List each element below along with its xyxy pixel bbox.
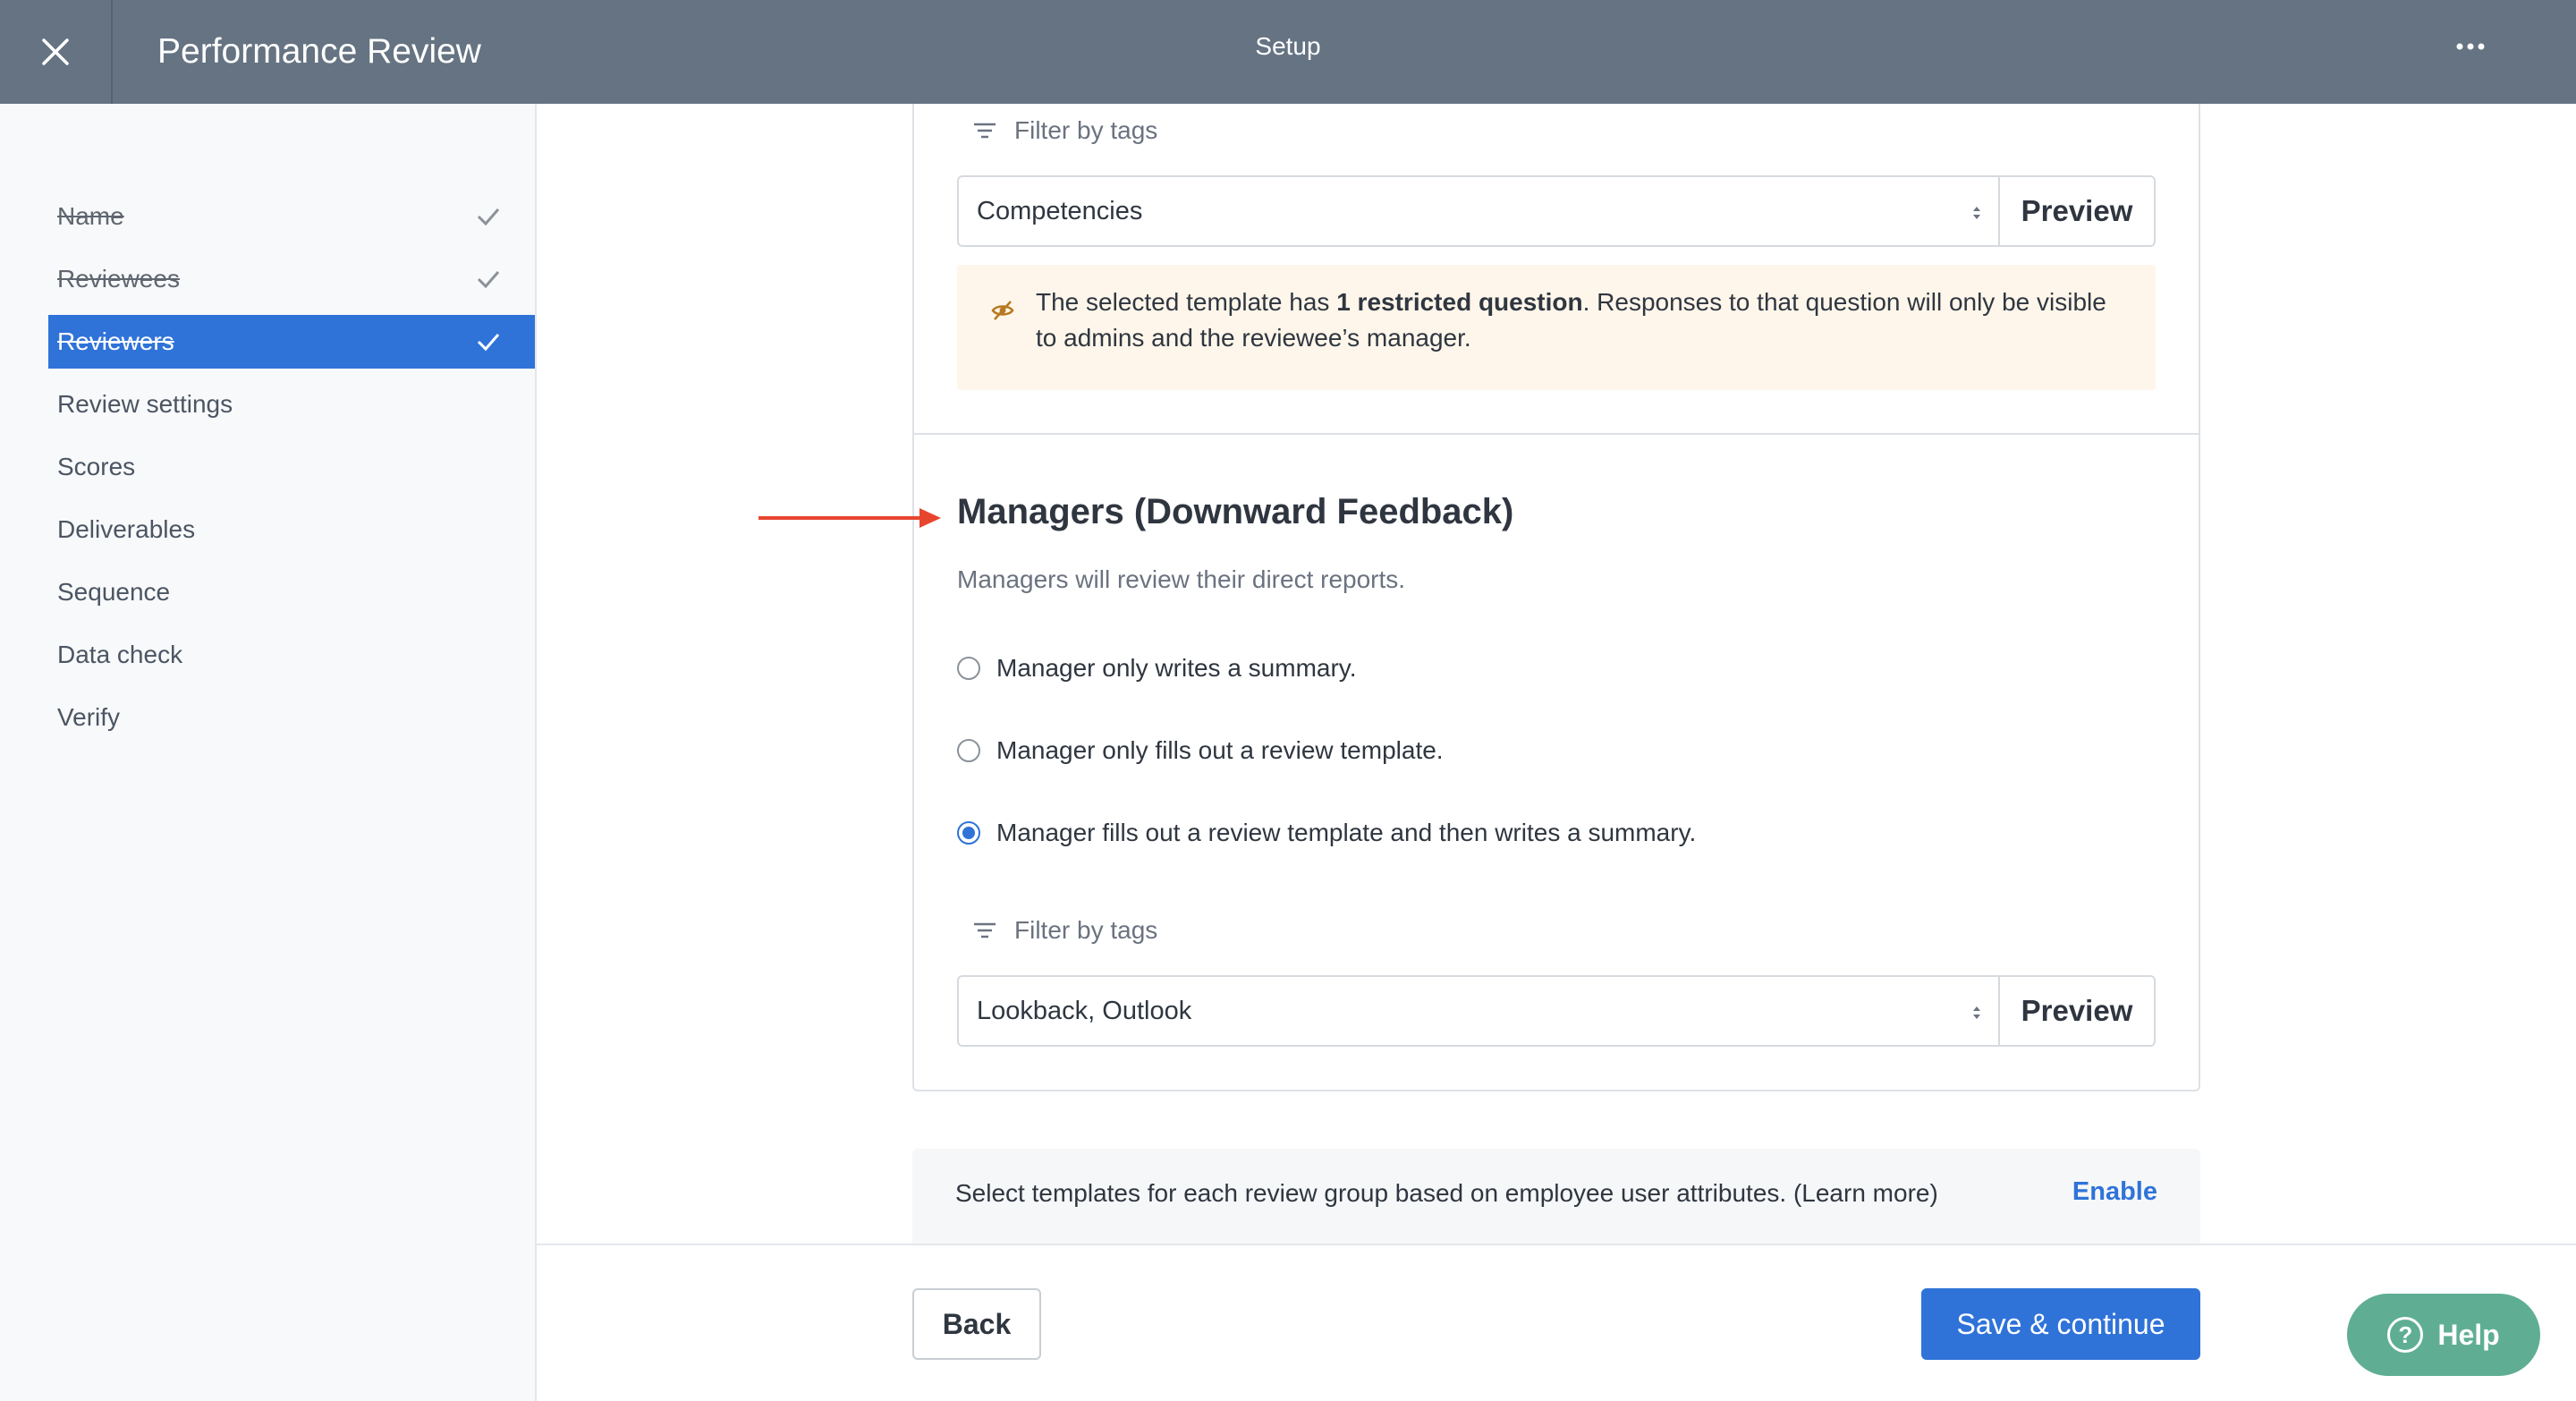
radio-label: Manager only fills out a review template… — [996, 736, 1444, 764]
attribute-templates-info-bar: Select templates for each review group b… — [912, 1149, 2200, 1244]
sidebar-item-label: Verify — [57, 703, 121, 731]
template-select-group: Competencies Preview — [957, 175, 2156, 247]
template-select[interactable]: Competencies — [957, 175, 2000, 247]
sidebar-item-label: Data check — [57, 641, 183, 668]
sidebar-item-label: Review settings — [57, 390, 233, 418]
filter-icon — [974, 922, 996, 938]
template-select-value: Lookback, Outlook — [977, 996, 1192, 1025]
filter-label: Filter by tags — [1014, 916, 1158, 944]
sidebar-item-label: Name — [57, 202, 124, 230]
footer-bar: Back Save & continue — [537, 1244, 2576, 1401]
sidebar-item-name[interactable]: Name — [48, 190, 535, 243]
filter-label: Filter by tags — [1014, 116, 1158, 144]
warning-bold: 1 restricted question — [1336, 288, 1583, 316]
sidebar-item-scores[interactable]: Scores — [48, 440, 535, 494]
preview-button[interactable]: Preview — [2000, 175, 2156, 247]
help-label: Help — [2437, 1318, 2500, 1351]
sidebar-item-label: Sequence — [57, 578, 171, 606]
radio-button[interactable] — [957, 739, 980, 762]
filter-by-tags-button[interactable]: Filter by tags — [973, 916, 1157, 945]
sidebar-item-reviewers[interactable]: Reviewers — [48, 315, 535, 369]
sidebar-item-sequence[interactable]: Sequence — [48, 565, 535, 619]
save-and-continue-button[interactable]: Save & continue — [1921, 1288, 2200, 1360]
info-bar-text: Select templates for each review group b… — [955, 1179, 1938, 1207]
radio-label: Manager fills out a review template and … — [996, 819, 1697, 846]
filter-icon — [974, 123, 996, 139]
close-icon — [42, 38, 69, 65]
select-arrows-icon — [1973, 1006, 1980, 1019]
filter-by-tags-button[interactable]: Filter by tags — [973, 116, 1157, 145]
sidebar-item-label: Deliverables — [57, 515, 196, 543]
radio-option-template-only[interactable]: Manager only fills out a review template… — [957, 736, 1444, 765]
close-button[interactable] — [0, 0, 113, 104]
restricted-question-warning: The selected template has 1 restricted q… — [957, 265, 2156, 390]
sidebar-item-verify[interactable]: Verify — [48, 691, 535, 744]
sidebar: Name Reviewees Reviewers Review settings… — [0, 104, 537, 1401]
sidebar-item-review-settings[interactable]: Review settings — [48, 378, 535, 431]
warning-text: The selected template has 1 restricted q… — [1036, 288, 2106, 352]
radio-button[interactable] — [957, 657, 980, 680]
managers-section-title: Managers (Downward Feedback) — [957, 492, 1514, 531]
sidebar-item-label: Reviewers — [57, 327, 174, 355]
top-bar: Performance Review Setup — [0, 0, 2576, 104]
more-horizontal-icon — [2456, 43, 2485, 50]
sidebar-item-label: Scores — [57, 453, 136, 480]
sidebar-item-reviewees[interactable]: Reviewees — [48, 252, 535, 306]
help-button[interactable]: ? Help — [2347, 1294, 2540, 1376]
radio-label: Manager only writes a summary. — [996, 654, 1357, 682]
radio-option-template-and-summary[interactable]: Manager fills out a review template and … — [957, 819, 1696, 847]
back-button[interactable]: Back — [912, 1288, 1041, 1360]
enable-link[interactable]: Enable — [2072, 1177, 2157, 1207]
radio-option-summary-only[interactable]: Manager only writes a summary. — [957, 654, 1357, 683]
radio-button[interactable] — [957, 821, 980, 845]
annotation-arrow-icon — [758, 508, 941, 528]
template-select-value: Competencies — [977, 196, 1143, 225]
step-title: Setup — [1255, 32, 1321, 60]
page-title: Performance Review — [157, 32, 481, 71]
sidebar-item-deliverables[interactable]: Deliverables — [48, 503, 535, 556]
restricted-eye-icon — [991, 301, 1014, 320]
help-icon: ? — [2387, 1317, 2424, 1353]
more-options-button[interactable] — [2442, 27, 2499, 66]
preview-button[interactable]: Preview — [2000, 975, 2156, 1047]
manager-template-select-group: Lookback, Outlook Preview — [957, 975, 2156, 1047]
managers-section-description: Managers will review their direct report… — [957, 565, 1406, 593]
check-icon — [477, 208, 500, 226]
check-icon — [477, 334, 500, 352]
manager-template-select[interactable]: Lookback, Outlook — [957, 975, 2000, 1047]
select-arrows-icon — [1973, 207, 1980, 219]
check-icon — [477, 271, 500, 289]
sidebar-item-data-check[interactable]: Data check — [48, 628, 535, 682]
sidebar-item-label: Reviewees — [57, 265, 180, 293]
